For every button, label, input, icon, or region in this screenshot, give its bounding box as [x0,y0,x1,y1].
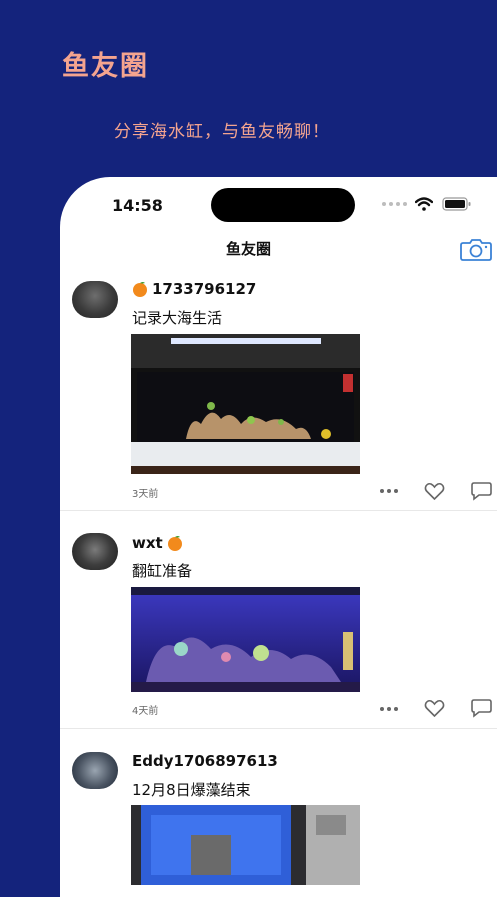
post-caption: 12月8日爆藻结束 [132,781,251,799]
more-options-icon[interactable] [380,707,398,711]
orange-emoji-icon [167,536,182,551]
post-username[interactable]: wxt [132,534,183,552]
post-photo[interactable] [131,334,360,474]
like-icon[interactable] [424,482,445,501]
signal-icon [382,202,407,206]
divider [60,728,497,729]
more-options-icon[interactable] [380,489,398,493]
status-time: 14:58 [112,196,163,215]
avatar[interactable] [72,752,118,789]
avatar[interactable] [72,281,118,318]
post-username[interactable]: Eddy1706897613 [132,752,278,770]
like-icon[interactable] [424,699,445,718]
comment-icon[interactable] [470,481,493,501]
post-username[interactable]: 1733796127 [132,280,256,298]
post-time: 3天前 [132,489,159,500]
orange-emoji-icon [133,282,147,297]
post-caption: 记录大海生活 [132,309,223,327]
divider [60,510,497,511]
page-title: 鱼友圈 [225,240,271,258]
camera-icon[interactable] [460,237,492,261]
post-caption: 翻缸准备 [132,562,193,580]
promo-subtitle: 分享海水缸，与鱼友畅聊！ [114,122,330,142]
post-photo[interactable] [131,587,360,692]
dynamic-island [211,188,355,222]
promo-title: 鱼友圈 [62,51,149,82]
wifi-icon [415,197,433,211]
battery-icon [442,197,471,211]
post-time: 4天前 [132,706,159,717]
phone-screen: 14:58 鱼友圈 1733796127 记录大海生活 3天前 wxt 翻缸准备… [60,177,497,897]
post-photo[interactable] [131,805,360,885]
avatar[interactable] [72,533,118,570]
comment-icon[interactable] [470,698,493,718]
